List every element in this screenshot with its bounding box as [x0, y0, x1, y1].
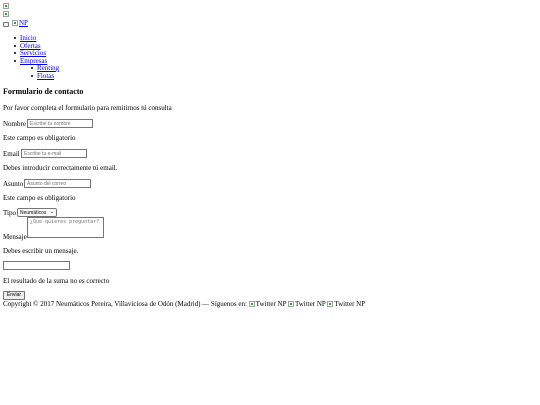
logo-link[interactable]: NP: [12, 19, 28, 27]
type-select[interactable]: Neumáticos ⌄: [17, 208, 57, 217]
email-label: Email: [3, 150, 20, 158]
subject-label: Asunto: [3, 180, 24, 188]
twitter-link[interactable]: Twitter NP: [248, 300, 287, 308]
menu-toggle-button[interactable]: [3, 22, 9, 27]
twitter-icon: [327, 301, 334, 307]
sum-error: El resultado de la suma no es correcto: [3, 277, 110, 285]
nav-item-servicios[interactable]: Servicios: [20, 49, 46, 57]
bullet-icon: [14, 60, 16, 62]
subject-error: Este campo es obligatorio: [3, 194, 76, 202]
twitter-icon: [248, 301, 255, 307]
type-selected-value: Neumáticos: [20, 210, 47, 216]
submit-button[interactable]: Enviar: [3, 291, 25, 300]
bullet-icon: [31, 75, 33, 77]
nav-subitem-flotas[interactable]: Flotas: [37, 72, 54, 80]
twitter-alt-text: Twitter NP: [255, 300, 287, 308]
form-intro: Por favor completa el formulario para re…: [3, 104, 172, 112]
message-textarea[interactable]: ¿Que quieres preguntar?: [27, 217, 104, 238]
bullet-icon: [14, 52, 16, 54]
bullet-icon: [31, 67, 33, 69]
message-label: Mensaje: [3, 233, 27, 241]
bullet-icon: [14, 37, 16, 39]
header-image-icon: [3, 11, 9, 17]
header-image-icon: [3, 3, 9, 9]
email-input[interactable]: Escribe tu e-mail: [21, 149, 87, 158]
name-input[interactable]: Escribe tu nombre: [27, 119, 93, 128]
name-error: Este campo es obligatorio: [3, 134, 76, 142]
twitter-icon: [287, 301, 294, 307]
chevron-down-icon: ⌄: [49, 209, 54, 215]
twitter-link[interactable]: Twitter NP: [287, 300, 326, 308]
nav-subitem-renting[interactable]: Renting: [37, 64, 59, 72]
message-error: Debes escribir un mensaje.: [3, 247, 79, 255]
type-label: Tipo: [3, 209, 16, 217]
logo-alt-text: NP: [19, 19, 28, 27]
logo-image-icon: [12, 20, 18, 26]
sum-input[interactable]: [3, 261, 70, 270]
bullet-icon: [14, 45, 16, 47]
email-error: Debes introducir correctamente tú email.: [3, 164, 118, 172]
nav-item-inicio[interactable]: Inicio: [20, 34, 36, 42]
copyright-text: Copyright © 2017 Neumáticos Pereira, Vil…: [3, 300, 247, 308]
subject-input[interactable]: Asunto del correo: [24, 179, 91, 188]
twitter-alt-text: Twitter NP: [334, 300, 366, 308]
form-title: Formulario de contacto: [3, 87, 84, 96]
name-label: Nombre: [3, 120, 26, 128]
twitter-link[interactable]: Twitter NP: [327, 300, 365, 308]
twitter-alt-text: Twitter NP: [294, 300, 326, 308]
footer: Copyright © 2017 Neumáticos Pereira, Vil…: [3, 300, 365, 308]
